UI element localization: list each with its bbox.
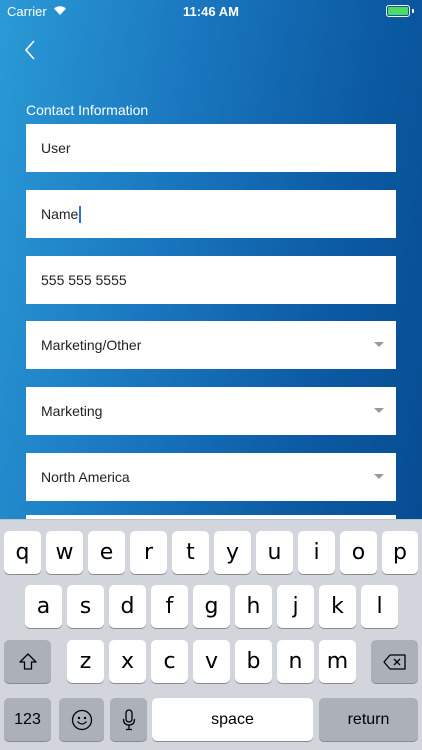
user-field-value: User [41, 140, 71, 156]
key-z[interactable]: z [67, 640, 104, 683]
chevron-left-icon [24, 40, 35, 60]
key-a[interactable]: a [25, 585, 62, 628]
key-d[interactable]: d [109, 585, 146, 628]
back-button[interactable] [18, 36, 42, 64]
text-caret [79, 205, 82, 223]
key-y[interactable]: y [214, 531, 251, 574]
key-j[interactable]: j [277, 585, 314, 628]
section-title: Contact Information [26, 102, 149, 118]
key-g[interactable]: g [193, 585, 230, 628]
battery-icon [386, 5, 414, 17]
backspace-icon [382, 653, 406, 670]
shift-key[interactable] [4, 640, 51, 683]
key-o[interactable]: o [340, 531, 377, 574]
key-b[interactable]: b [235, 640, 272, 683]
key-p[interactable]: p [382, 531, 418, 574]
key-k[interactable]: k [319, 585, 356, 628]
key-r[interactable]: r [130, 531, 167, 574]
phone-field[interactable]: 555 555 5555 [26, 256, 396, 304]
return-key[interactable]: return [319, 698, 418, 741]
department-dropdown-value: Marketing/Other [41, 337, 142, 353]
key-w[interactable]: w [46, 531, 83, 574]
emoji-icon [71, 709, 92, 730]
user-field[interactable]: User [26, 124, 396, 172]
key-v[interactable]: v [193, 640, 230, 683]
key-s[interactable]: s [67, 585, 104, 628]
role-dropdown-value: Marketing [41, 403, 103, 419]
chevron-down-icon [374, 342, 384, 347]
key-n[interactable]: n [277, 640, 314, 683]
department-dropdown[interactable]: Marketing/Other [26, 321, 396, 369]
status-bar: Carrier 11:46 AM [0, 0, 422, 24]
status-time: 11:46 AM [183, 4, 239, 19]
key-m[interactable]: m [319, 640, 356, 683]
chevron-down-icon [374, 474, 384, 479]
key-i[interactable]: i [298, 531, 335, 574]
dictation-key[interactable] [110, 698, 147, 741]
region-dropdown[interactable]: North America [26, 453, 396, 501]
keyboard: q w e r t y u i o p a s d f g h j k l z … [0, 519, 422, 750]
region-dropdown-value: North America [41, 469, 130, 485]
name-field-value: Name [41, 206, 79, 222]
key-t[interactable]: t [172, 531, 209, 574]
delete-key[interactable] [371, 640, 418, 683]
emoji-key[interactable] [59, 698, 104, 741]
key-e[interactable]: e [88, 531, 125, 574]
microphone-icon [122, 708, 135, 730]
key-c[interactable]: c [151, 640, 188, 683]
key-l[interactable]: l [361, 585, 398, 628]
name-field[interactable]: Name [26, 190, 396, 238]
screen: Carrier 11:46 AM Contact Information Use… [0, 0, 422, 750]
role-dropdown[interactable]: Marketing [26, 387, 396, 435]
key-x[interactable]: x [109, 640, 146, 683]
key-q[interactable]: q [4, 531, 41, 574]
key-h[interactable]: h [235, 585, 272, 628]
space-key[interactable]: space [152, 698, 313, 741]
phone-field-value: 555 555 5555 [41, 272, 127, 288]
key-f[interactable]: f [151, 585, 188, 628]
key-u[interactable]: u [256, 531, 293, 574]
chevron-down-icon [374, 408, 384, 413]
shift-icon [18, 652, 37, 670]
numbers-key[interactable]: 123 [4, 698, 51, 741]
